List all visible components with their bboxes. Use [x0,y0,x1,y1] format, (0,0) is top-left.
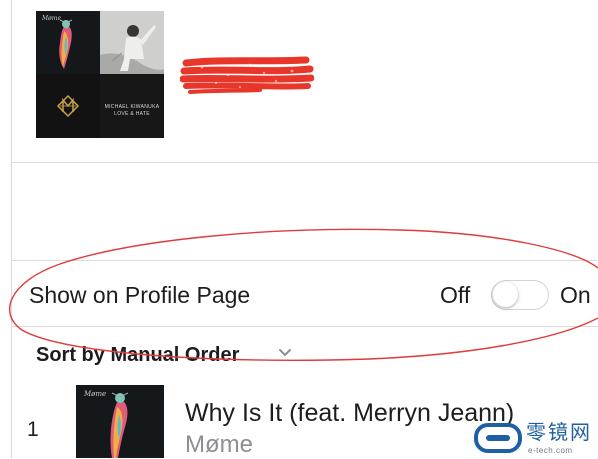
album-art-mome-tile: Møme [36,11,100,74]
watermark-url: e-tech.com [528,446,573,455]
toggle-knob [493,282,518,307]
show-on-profile-label: Show on Profile Page [29,282,251,308]
svg-text:Møme: Møme [83,390,106,398]
sort-order-button[interactable]: Sort by Manual Order [36,342,239,368]
chevron-down-icon[interactable] [277,346,293,360]
left-border [11,0,12,458]
watermark-name: 零镜网 [526,422,592,444]
track-artwork[interactable]: Møme [76,385,164,458]
toggle-off-label: Off [440,282,471,308]
section-divider [12,326,598,327]
album-art-monogram-tile [36,74,100,138]
section-divider [12,162,598,163]
track-title[interactable]: Why Is It (feat. Merryn Jeann) [185,398,514,428]
album-art-love-hate-tile: MICHAEL KIWANUKA LOVE & HATE [100,74,164,138]
svg-text:Møme: Møme [41,15,61,22]
playlist-artwork[interactable]: Møme MICHAEL KIWANUKA LOVE & HATE [36,11,164,138]
redacted-playlist-name [180,56,314,94]
section-divider [12,260,598,261]
track-artist[interactable]: Møme [185,431,253,459]
track-number: 1 [27,418,39,441]
show-on-profile-toggle[interactable] [491,280,549,310]
toggle-on-label: On [560,282,591,308]
album-art-portrait-tile [100,11,164,74]
album-caption: MICHAEL KIWANUKA LOVE & HATE [104,104,160,117]
